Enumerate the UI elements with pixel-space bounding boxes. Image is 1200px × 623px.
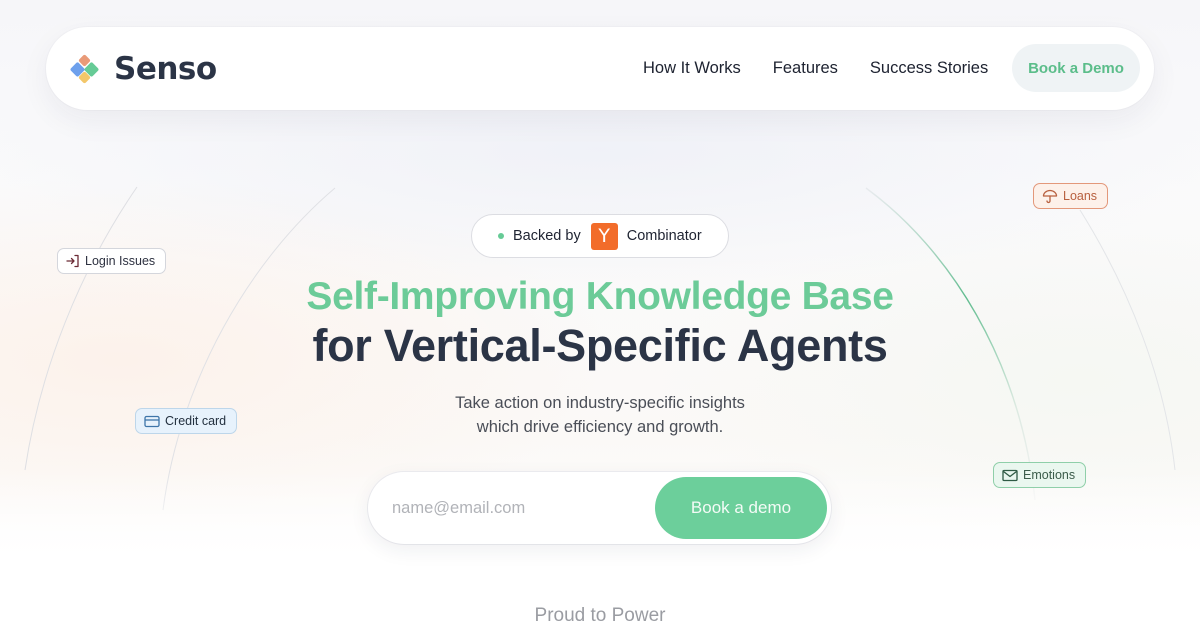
backed-by-badge: Backed by Y Combinator <box>471 214 729 258</box>
book-demo-nav-button[interactable]: Book a Demo <box>1012 44 1140 92</box>
subtitle-line-1: Take action on industry-specific insight… <box>455 394 745 412</box>
badge-prefix: Backed by <box>513 228 581 244</box>
headline-line-1: Self-Improving Knowledge Base <box>306 275 894 318</box>
brand-name: Senso <box>114 51 217 87</box>
tag-login-issues: Login Issues <box>57 248 167 274</box>
mail-icon <box>1002 469 1018 481</box>
login-arrow-icon <box>66 254 79 268</box>
y-combinator-logo-icon: Y <box>590 222 618 250</box>
subtitle-line-2: which drive efficiency and growth. <box>476 418 724 436</box>
nav-links: How It Works Features Success Stories <box>643 27 1020 110</box>
nav-link-success-stories[interactable]: Success Stories <box>870 59 988 78</box>
tag-loans: Loans <box>1033 183 1109 209</box>
email-signup-form: Book a demo <box>368 472 831 544</box>
tag-label: Loans <box>1063 189 1098 203</box>
headline-line-2: for Vertical-Specific Agents <box>312 320 888 371</box>
email-input[interactable] <box>392 494 642 522</box>
logo-link[interactable]: Senso <box>69 51 217 87</box>
book-demo-submit-button[interactable]: Book a demo <box>655 477 827 539</box>
tag-label: Login Issues <box>85 254 156 268</box>
badge-suffix: Combinator <box>626 228 702 244</box>
proud-to-power-heading: Proud to Power <box>534 605 666 623</box>
tag-emotions: Emotions <box>993 462 1087 488</box>
umbrella-icon <box>1042 189 1058 203</box>
senso-logo-icon <box>69 54 100 84</box>
status-dot-icon <box>498 233 504 239</box>
tag-label: Emotions <box>1023 468 1076 482</box>
navbar: Senso How It Works Features Success Stor… <box>46 27 1154 110</box>
nav-link-features[interactable]: Features <box>773 59 838 78</box>
tag-credit-card: Credit card <box>135 408 238 434</box>
nav-link-how-it-works[interactable]: How It Works <box>643 59 741 78</box>
tag-label: Credit card <box>165 414 227 428</box>
credit-card-icon <box>144 415 160 427</box>
